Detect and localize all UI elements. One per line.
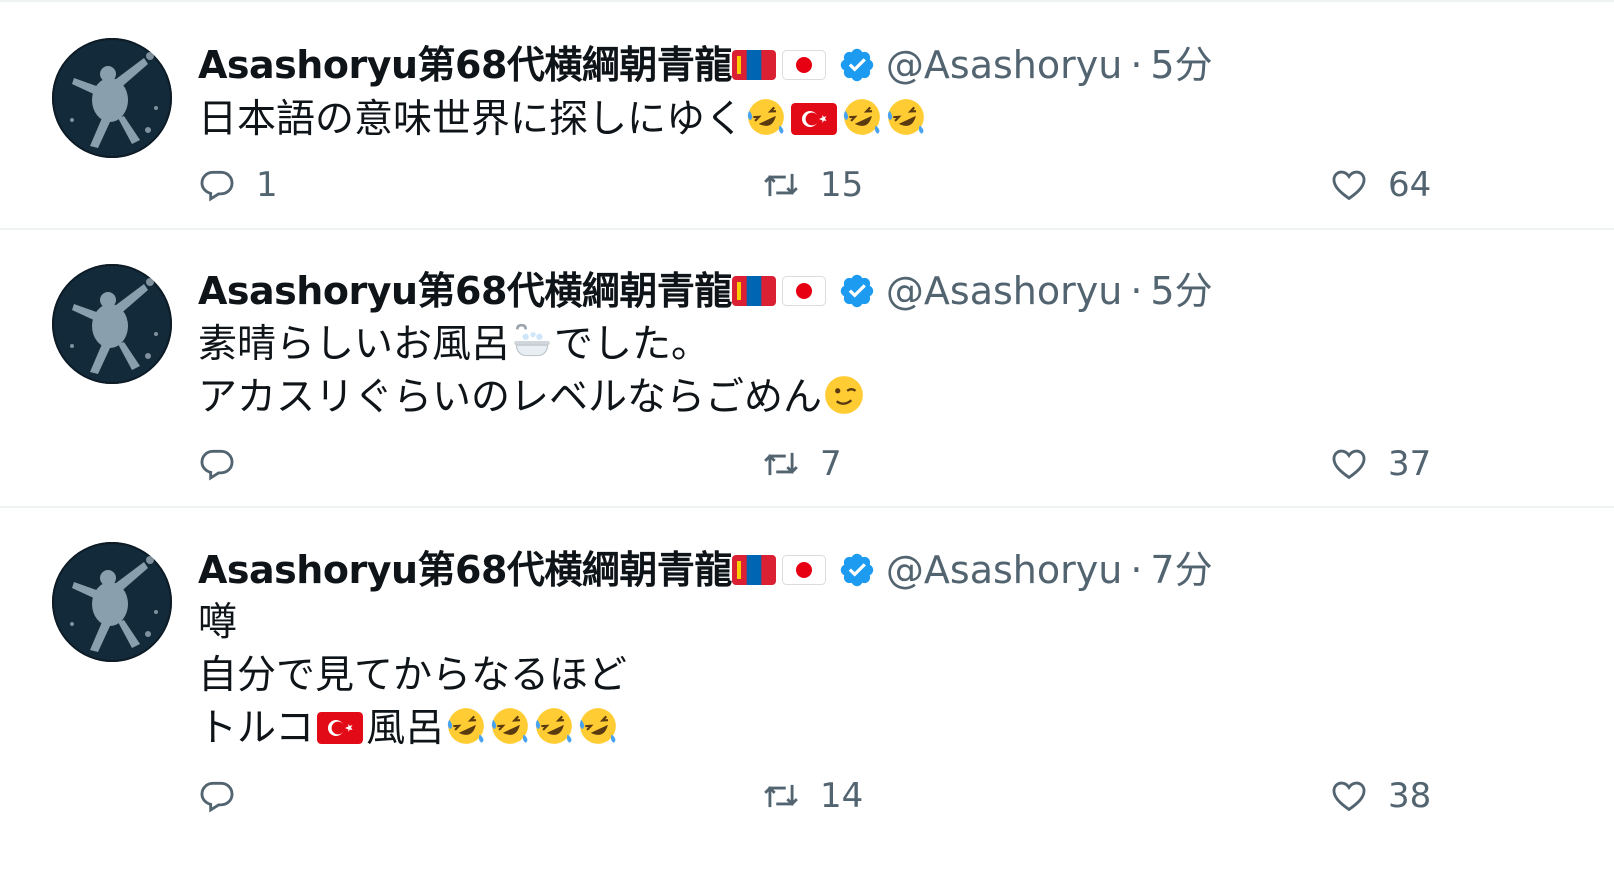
tweet-text-segment: 風呂: [366, 706, 445, 751]
rolling-on-floor-laughing-emoji: [885, 96, 927, 138]
tweet-text-segment: 噂: [198, 600, 238, 645]
tweet-text: 素晴らしいお風呂 でした。 アカスリぐらいのレベルならごめん: [198, 318, 866, 424]
tweet-text-line: 素晴らしいお風呂 でした。: [198, 318, 866, 371]
tweet-actions: 7 37: [198, 442, 1498, 486]
separator: ·: [1130, 548, 1143, 592]
tweet-text: 噂 自分で見てからなるほど トルコ 風呂: [198, 596, 627, 755]
bathtub-emoji: [511, 321, 553, 363]
reply-icon: [198, 166, 236, 204]
tweet-text-line: アカスリぐらいのレベルならごめん: [198, 371, 866, 424]
japan-flag-icon: [781, 50, 826, 80]
retweet-button[interactable]: 14: [762, 774, 863, 818]
heart-icon: [1330, 166, 1368, 204]
turkey-flag-icon: [317, 712, 364, 744]
rolling-on-floor-laughing-emoji: [745, 96, 787, 138]
tweet-text-segment: でした。: [554, 322, 711, 367]
heart-icon: [1330, 445, 1368, 483]
like-button[interactable]: 38: [1330, 774, 1431, 818]
tweet-header: Asashoryu第68代横綱朝青龍 @Asashoryu · 5分: [198, 40, 1213, 90]
retweet-button[interactable]: 7: [762, 442, 842, 486]
verified-badge-icon: [838, 272, 876, 310]
handle[interactable]: @Asashoryu: [886, 40, 1122, 90]
tweet-3[interactable]: Asashoryu第68代横綱朝青龍 @Asashoryu · 7分 噂 自分で…: [0, 508, 1614, 870]
retweet-icon: [762, 445, 800, 483]
avatar-image: [52, 264, 172, 384]
verified-badge-icon: [838, 551, 876, 589]
reply-button[interactable]: [198, 774, 256, 818]
retweet-count: 15: [820, 165, 864, 205]
avatar-image: [52, 38, 172, 158]
tweet-text-segment: 素晴らしいお風呂: [198, 322, 511, 367]
retweet-button[interactable]: 15: [762, 163, 863, 207]
reply-icon: [198, 445, 236, 483]
rolling-on-floor-laughing-emoji: [445, 705, 487, 747]
avatar[interactable]: [52, 38, 172, 158]
winking-face-emoji: [823, 374, 865, 416]
tweet-2[interactable]: Asashoryu第68代横綱朝青龍 @Asashoryu · 5分 素晴らしい…: [0, 230, 1614, 506]
verified-badge-icon: [838, 46, 876, 84]
like-count: 37: [1388, 444, 1432, 484]
mongolia-flag-icon: [731, 276, 776, 306]
retweet-icon: [762, 166, 800, 204]
avatar[interactable]: [52, 264, 172, 384]
retweet-count: 14: [820, 776, 864, 816]
mongolia-flag-icon: [731, 555, 776, 585]
rolling-on-floor-laughing-emoji: [841, 96, 883, 138]
tweet-header: Asashoryu第68代横綱朝青龍 @Asashoryu · 5分: [198, 266, 1213, 316]
tweet-text-segment: アカスリぐらいのレベルならごめん: [198, 375, 823, 420]
display-name[interactable]: Asashoryu第68代横綱朝青龍: [198, 40, 732, 90]
timestamp[interactable]: 5分: [1150, 266, 1212, 316]
timestamp[interactable]: 5分: [1150, 40, 1212, 90]
tweet-text-line: 噂: [198, 596, 627, 649]
reply-button[interactable]: 1: [198, 163, 278, 207]
turkey-flag-icon: [791, 103, 838, 135]
tweet-text-line: トルコ 風呂: [198, 702, 627, 755]
tweet-actions: 14 38: [198, 774, 1498, 818]
like-button[interactable]: 64: [1330, 163, 1431, 207]
handle[interactable]: @Asashoryu: [886, 266, 1122, 316]
display-name[interactable]: Asashoryu第68代横綱朝青龍: [198, 545, 732, 595]
like-count: 38: [1388, 776, 1432, 816]
reply-button[interactable]: [198, 442, 256, 486]
mongolia-flag-icon: [731, 50, 776, 80]
rolling-on-floor-laughing-emoji: [577, 705, 619, 747]
reply-count: 1: [256, 165, 278, 205]
separator: ·: [1130, 43, 1143, 87]
retweet-icon: [762, 777, 800, 815]
handle[interactable]: @Asashoryu: [886, 545, 1122, 595]
rolling-on-floor-laughing-emoji: [533, 705, 575, 747]
tweet-text-line: 日本語の意味世界に探しにゆく: [198, 97, 745, 142]
tweet-header: Asashoryu第68代横綱朝青龍 @Asashoryu · 7分: [198, 545, 1213, 595]
tweet-1[interactable]: Asashoryu第68代横綱朝青龍 @Asashoryu · 5分 日本語の意…: [0, 0, 1614, 228]
tweet-text-segment: 自分で見てからなるほど: [198, 653, 628, 698]
like-button[interactable]: 37: [1330, 442, 1431, 486]
japan-flag-icon: [781, 276, 826, 306]
japan-flag-icon: [781, 555, 826, 585]
timestamp[interactable]: 7分: [1150, 545, 1212, 595]
tweet-actions: 1 15 64: [198, 163, 1498, 207]
tweet-text-segment: トルコ: [198, 706, 315, 751]
avatar-image: [52, 542, 172, 662]
like-count: 64: [1388, 165, 1432, 205]
reply-icon: [198, 777, 236, 815]
heart-icon: [1330, 777, 1368, 815]
avatar[interactable]: [52, 542, 172, 662]
separator: ·: [1130, 269, 1143, 313]
tweet-text-line: 自分で見てからなるほど: [198, 649, 627, 702]
rolling-on-floor-laughing-emoji: [489, 705, 531, 747]
tweet-text: 日本語の意味世界に探しにゆく: [198, 93, 928, 146]
retweet-count: 7: [820, 444, 842, 484]
display-name[interactable]: Asashoryu第68代横綱朝青龍: [198, 266, 732, 316]
